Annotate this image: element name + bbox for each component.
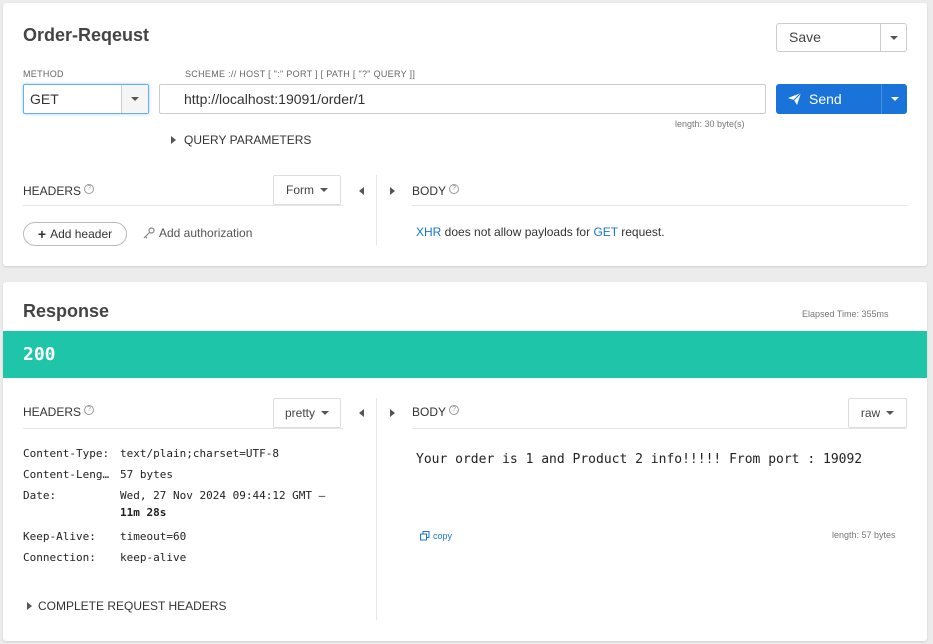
header-key: Date: bbox=[23, 489, 57, 502]
help-icon[interactable]: ? bbox=[84, 405, 95, 415]
chevron-down-icon bbox=[320, 188, 328, 192]
status-code-bar: 200 bbox=[3, 331, 927, 378]
key-icon bbox=[143, 227, 155, 239]
panel-divider bbox=[376, 175, 377, 245]
response-body-text: Your order is 1 and Product 2 info!!!!! … bbox=[416, 452, 863, 467]
body-mode-label: raw bbox=[860, 406, 881, 420]
chevron-down-icon bbox=[890, 97, 899, 101]
header-row: Date: Wed, 27 Nov 2024 09:44:12 GMT – 11… bbox=[23, 489, 350, 519]
body-mode-dropdown[interactable]: raw bbox=[848, 398, 907, 428]
response-body-heading: BODY? bbox=[412, 405, 460, 419]
request-title: Order-Reqeust bbox=[23, 25, 150, 45]
save-dropdown-toggle[interactable] bbox=[880, 24, 906, 51]
request-headers-label: HEADERS bbox=[23, 184, 82, 198]
chevron-down-icon bbox=[321, 411, 329, 415]
get-method-link[interactable]: GET bbox=[593, 225, 617, 239]
send-button[interactable]: Send bbox=[776, 84, 907, 114]
header-row: Content-Type: text/plain;charset=UTF-8 bbox=[23, 447, 350, 460]
add-header-label: Add header bbox=[50, 227, 113, 241]
divider bbox=[23, 428, 343, 429]
method-select[interactable]: GET bbox=[23, 84, 149, 114]
header-value: Wed, 27 Nov 2024 09:44:12 GMT – bbox=[120, 489, 326, 502]
xhr-link[interactable]: XHR bbox=[416, 225, 441, 239]
send-button-main[interactable]: Send bbox=[776, 84, 881, 114]
request-panel: Order-Reqeust Save METHOD SCHEME :// HOS… bbox=[3, 3, 927, 266]
header-value: keep-alive bbox=[120, 551, 187, 564]
request-headers-heading: HEADERS? bbox=[23, 184, 95, 198]
save-button[interactable]: Save bbox=[776, 23, 907, 52]
panel-divider bbox=[376, 398, 377, 620]
paper-plane-icon bbox=[788, 93, 801, 105]
collapse-left-icon[interactable] bbox=[359, 187, 364, 195]
help-icon[interactable]: ? bbox=[449, 405, 460, 415]
header-value: timeout=60 bbox=[120, 530, 187, 543]
method-label: METHOD bbox=[23, 69, 64, 79]
help-icon[interactable]: ? bbox=[84, 184, 95, 194]
response-panel: Response Elapsed Time: 355ms 200 HEADERS… bbox=[3, 282, 927, 641]
header-key: Keep-Alive: bbox=[23, 530, 96, 543]
copy-icon bbox=[420, 531, 430, 541]
query-parameters-toggle[interactable]: QUERY PARAMETERS bbox=[171, 133, 311, 147]
header-row: Connection: keep-alive bbox=[23, 551, 350, 564]
response-headers-mode-label: pretty bbox=[284, 406, 315, 420]
response-title: Response bbox=[23, 301, 110, 321]
send-button-label: Send bbox=[809, 91, 842, 107]
complete-request-headers-label: COMPLETE REQUEST HEADERS bbox=[38, 599, 227, 613]
chevron-down-icon bbox=[131, 97, 139, 101]
url-length: length: 30 byte(s) bbox=[675, 119, 745, 129]
divider bbox=[412, 428, 907, 429]
method-value[interactable]: GET bbox=[24, 85, 121, 113]
request-body-label: BODY bbox=[412, 184, 447, 198]
copy-label: copy bbox=[433, 531, 453, 541]
response-body-label: BODY bbox=[412, 405, 447, 419]
save-button-label: Save bbox=[789, 29, 821, 45]
complete-request-headers-toggle[interactable]: COMPLETE REQUEST HEADERS bbox=[27, 599, 226, 613]
response-headers-label: HEADERS bbox=[23, 405, 82, 419]
add-header-button[interactable]: + Add header bbox=[23, 222, 127, 246]
url-input[interactable] bbox=[160, 85, 765, 113]
header-key: Content-Type: bbox=[23, 447, 110, 460]
method-dropdown-toggle[interactable] bbox=[121, 85, 148, 113]
header-row: Content-Leng… 57 bytes bbox=[23, 468, 350, 481]
header-value-group: Wed, 27 Nov 2024 09:44:12 GMT – 11m 28s bbox=[120, 489, 350, 519]
divider bbox=[412, 205, 907, 206]
collapse-left-icon[interactable] bbox=[359, 409, 364, 417]
body-notice: XHR does not allow payloads for GET requ… bbox=[416, 225, 665, 239]
copy-button[interactable]: copy bbox=[420, 531, 452, 541]
body-notice-text: does not allow payloads for bbox=[441, 225, 594, 239]
chevron-right-icon bbox=[171, 136, 176, 144]
chevron-down-icon bbox=[889, 35, 898, 40]
divider bbox=[23, 205, 343, 206]
header-key: Content-Leng… bbox=[23, 468, 110, 481]
send-dropdown-toggle[interactable] bbox=[881, 84, 907, 114]
response-headers-mode-dropdown[interactable]: pretty bbox=[273, 398, 341, 428]
header-value: text/plain;charset=UTF-8 bbox=[120, 447, 279, 460]
plus-icon: + bbox=[37, 226, 47, 242]
help-icon[interactable]: ? bbox=[449, 184, 460, 194]
header-key: Connection: bbox=[23, 551, 96, 564]
header-value: 57 bytes bbox=[120, 468, 173, 481]
add-authorization-label: Add authorization bbox=[159, 226, 253, 240]
response-headers-heading: HEADERS? bbox=[23, 405, 95, 419]
header-row: Keep-Alive: timeout=60 bbox=[23, 530, 350, 543]
body-notice-end: request. bbox=[617, 225, 665, 239]
add-authorization-link[interactable]: Add authorization bbox=[143, 226, 252, 240]
body-length: length: 57 bytes bbox=[832, 530, 896, 540]
header-value-relative: 11m 28s bbox=[120, 506, 167, 519]
headers-mode-dropdown[interactable]: Form bbox=[273, 175, 341, 205]
query-parameters-label: QUERY PARAMETERS bbox=[184, 133, 312, 147]
elapsed-time: Elapsed Time: 355ms bbox=[802, 309, 889, 319]
headers-mode-label: Form bbox=[286, 183, 314, 197]
request-body-heading: BODY? bbox=[412, 184, 460, 198]
expand-right-icon[interactable] bbox=[390, 187, 395, 195]
expand-right-icon[interactable] bbox=[390, 409, 395, 417]
chevron-right-icon bbox=[27, 602, 32, 610]
scheme-label: SCHEME :// HOST [ ":" PORT ] [ PATH [ "?… bbox=[185, 69, 416, 79]
url-field[interactable] bbox=[159, 84, 766, 114]
chevron-down-icon bbox=[886, 411, 895, 415]
